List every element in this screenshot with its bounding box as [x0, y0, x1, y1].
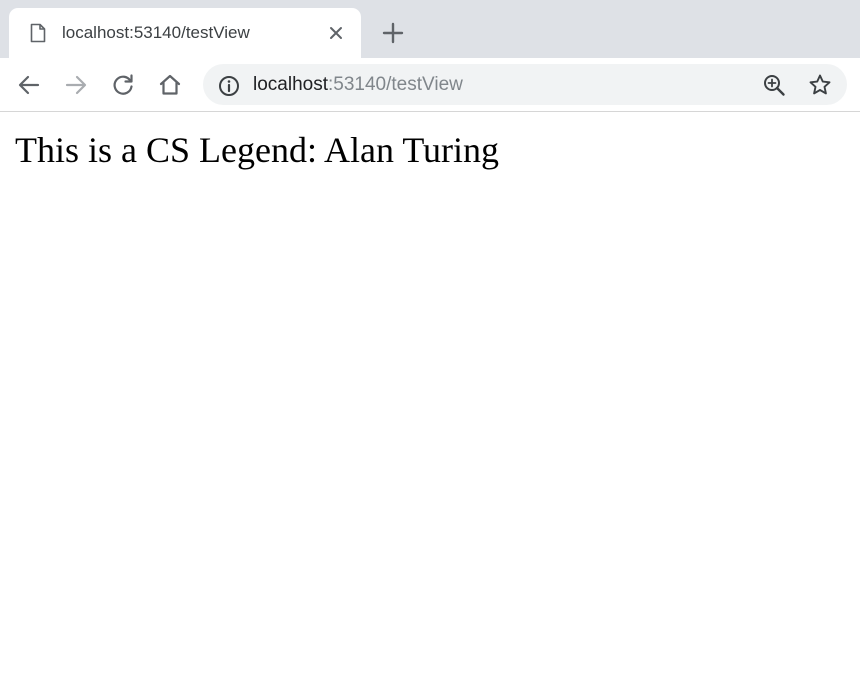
back-arrow-icon[interactable]: [16, 72, 42, 98]
browser-window: localhost:53140/testView localhost:53140…: [0, 0, 860, 675]
page-icon: [30, 23, 46, 43]
plus-icon[interactable]: [380, 20, 406, 46]
url-path: :53140/testView: [328, 74, 463, 95]
tab-strip: localhost:53140/testView: [0, 0, 860, 58]
star-icon[interactable]: [808, 73, 832, 97]
info-icon[interactable]: [218, 75, 240, 97]
reload-icon[interactable]: [110, 72, 136, 98]
tab-title: localhost:53140/testView: [62, 23, 250, 42]
toolbar: localhost:53140/testView: [0, 58, 860, 112]
address-bar[interactable]: localhost:53140/testView: [203, 64, 847, 105]
forward-arrow-icon[interactable]: [63, 72, 89, 98]
home-icon[interactable]: [157, 72, 183, 98]
active-tab[interactable]: localhost:53140/testView: [9, 8, 361, 58]
page-heading: This is a CS Legend: Alan Turing: [15, 130, 500, 170]
url-host: localhost: [253, 74, 328, 95]
page-content: This is a CS Legend: Alan Turing: [0, 112, 860, 675]
url-text[interactable]: localhost:53140/testView: [253, 73, 463, 97]
zoom-in-icon[interactable]: [762, 73, 786, 97]
close-icon[interactable]: [327, 24, 345, 42]
